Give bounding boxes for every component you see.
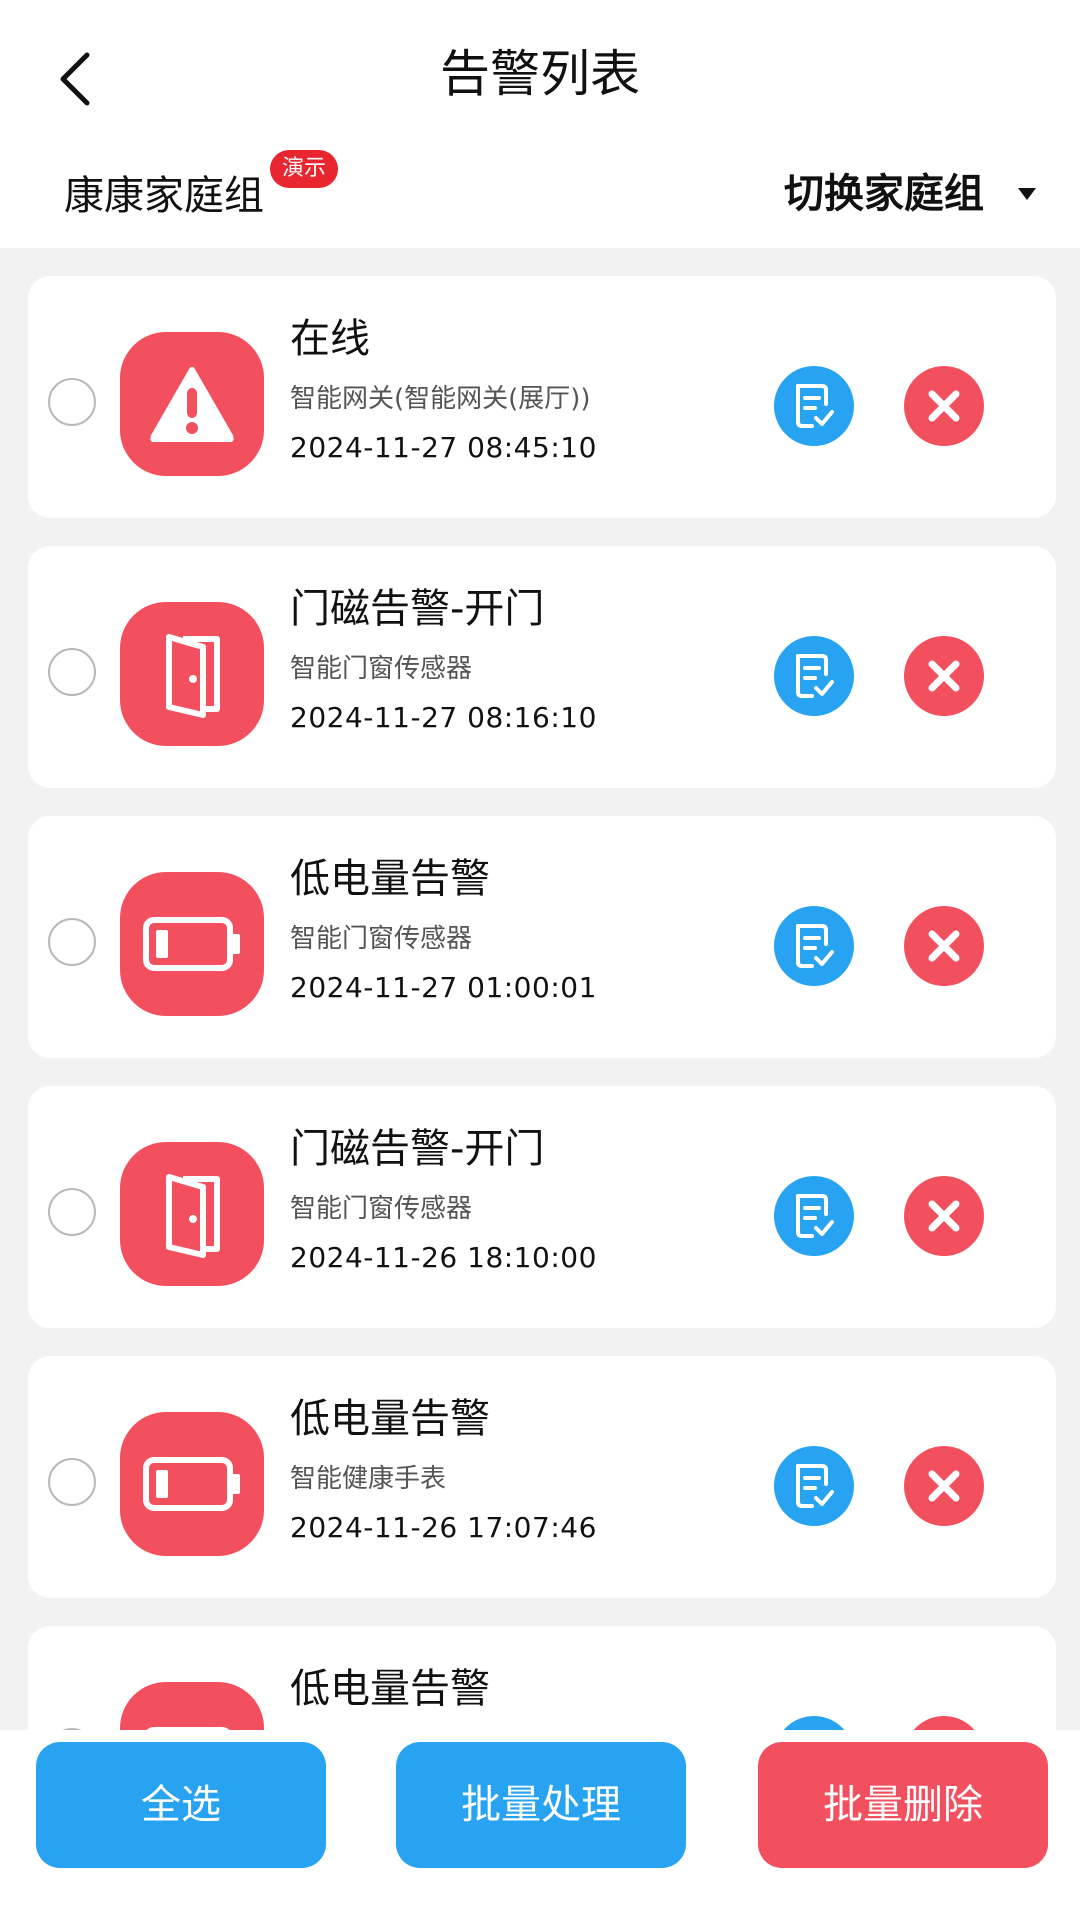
handle-alert-button[interactable] bbox=[774, 1446, 854, 1526]
alert-device: 智能门窗传感器 bbox=[290, 1194, 473, 1224]
battery-low-icon bbox=[120, 1682, 264, 1730]
alert-device: 智能网关(智能网关(展厅)) bbox=[290, 384, 591, 414]
page-title: 告警列表 bbox=[440, 45, 640, 103]
close-icon bbox=[928, 390, 960, 422]
alert-device: 智能门窗传感器 bbox=[290, 654, 473, 684]
handle-alert-button[interactable] bbox=[774, 906, 854, 986]
alert-title: 低电量告警 bbox=[290, 1396, 490, 1442]
close-icon bbox=[928, 1200, 960, 1232]
delete-alert-button[interactable] bbox=[904, 636, 984, 716]
bottom-action-bar: 全选 批量处理 批量删除 bbox=[0, 1730, 1080, 1920]
alert-time: 2024-11-26 18:10:00 bbox=[290, 1241, 597, 1274]
battery-low-icon bbox=[120, 872, 264, 1016]
door-open-icon bbox=[120, 602, 264, 746]
alert-title: 低电量告警 bbox=[290, 1666, 490, 1712]
document-check-icon bbox=[796, 384, 834, 428]
handle-alert-button[interactable] bbox=[774, 1176, 854, 1256]
batch-handle-button[interactable]: 批量处理 bbox=[396, 1742, 686, 1868]
alert-time: 2024-11-27 08:16:10 bbox=[290, 701, 597, 734]
battery-low-icon bbox=[120, 1412, 264, 1556]
alert-card: 门磁告警-开门 智能门窗传感器 2024-11-27 08:16:10 bbox=[28, 546, 1056, 788]
close-icon bbox=[928, 1470, 960, 1502]
alert-select-radio[interactable] bbox=[48, 648, 96, 696]
batch-delete-button[interactable]: 批量删除 bbox=[758, 1742, 1048, 1868]
alert-title: 低电量告警 bbox=[290, 856, 490, 902]
delete-alert-button[interactable] bbox=[904, 1716, 984, 1730]
document-check-icon bbox=[796, 1464, 834, 1508]
handle-alert-button[interactable] bbox=[774, 1716, 854, 1730]
handle-alert-button[interactable] bbox=[774, 636, 854, 716]
alert-select-radio[interactable] bbox=[48, 378, 96, 426]
document-check-icon bbox=[796, 924, 834, 968]
select-all-button[interactable]: 全选 bbox=[36, 1742, 326, 1868]
caret-down-icon bbox=[1018, 188, 1036, 200]
delete-alert-button[interactable] bbox=[904, 1446, 984, 1526]
warning-triangle-icon bbox=[120, 332, 264, 476]
alert-card: 低电量告警 智能健康手表 2024-11-26 17:07:46 bbox=[28, 1356, 1056, 1598]
alert-select-radio[interactable] bbox=[48, 918, 96, 966]
alert-time: 2024-11-26 17:07:46 bbox=[290, 1511, 597, 1544]
top-bar: 告警列表 康康家庭组 演示 切换家庭组 bbox=[0, 0, 1080, 248]
close-icon bbox=[928, 930, 960, 962]
switch-family-group-button[interactable]: 切换家庭组 bbox=[784, 164, 1036, 224]
delete-alert-button[interactable] bbox=[904, 366, 984, 446]
alert-device: 智能门窗传感器 bbox=[290, 924, 473, 954]
alert-select-radio[interactable] bbox=[48, 1458, 96, 1506]
alert-title: 在线 bbox=[290, 316, 370, 362]
switch-family-group-label: 切换家庭组 bbox=[784, 171, 984, 217]
alert-list[interactable]: 在线 智能网关(智能网关(展厅)) 2024-11-27 08:45:10 门磁… bbox=[28, 276, 1056, 1730]
alert-title: 门磁告警-开门 bbox=[290, 1126, 545, 1172]
handle-alert-button[interactable] bbox=[774, 366, 854, 446]
alert-card: 低电量告警 智能门窗传感器 2024-11-27 01:00:01 bbox=[28, 816, 1056, 1058]
close-icon bbox=[928, 660, 960, 692]
alert-select-radio[interactable] bbox=[48, 1188, 96, 1236]
door-open-icon bbox=[120, 1142, 264, 1286]
delete-alert-button[interactable] bbox=[904, 906, 984, 986]
alert-card: 低电量告警 bbox=[28, 1626, 1056, 1730]
family-group-name: 康康家庭组 bbox=[64, 173, 264, 219]
document-check-icon bbox=[796, 1194, 834, 1238]
alert-card: 门磁告警-开门 智能门窗传感器 2024-11-26 18:10:00 bbox=[28, 1086, 1056, 1328]
document-check-icon bbox=[796, 654, 834, 698]
alert-title: 门磁告警-开门 bbox=[290, 586, 545, 632]
delete-alert-button[interactable] bbox=[904, 1176, 984, 1256]
demo-badge: 演示 bbox=[270, 150, 339, 188]
alert-device: 智能健康手表 bbox=[290, 1464, 447, 1494]
alert-card: 在线 智能网关(智能网关(展厅)) 2024-11-27 08:45:10 bbox=[28, 276, 1056, 518]
alert-time: 2024-11-27 01:00:01 bbox=[290, 971, 597, 1004]
alert-time: 2024-11-27 08:45:10 bbox=[290, 431, 597, 464]
